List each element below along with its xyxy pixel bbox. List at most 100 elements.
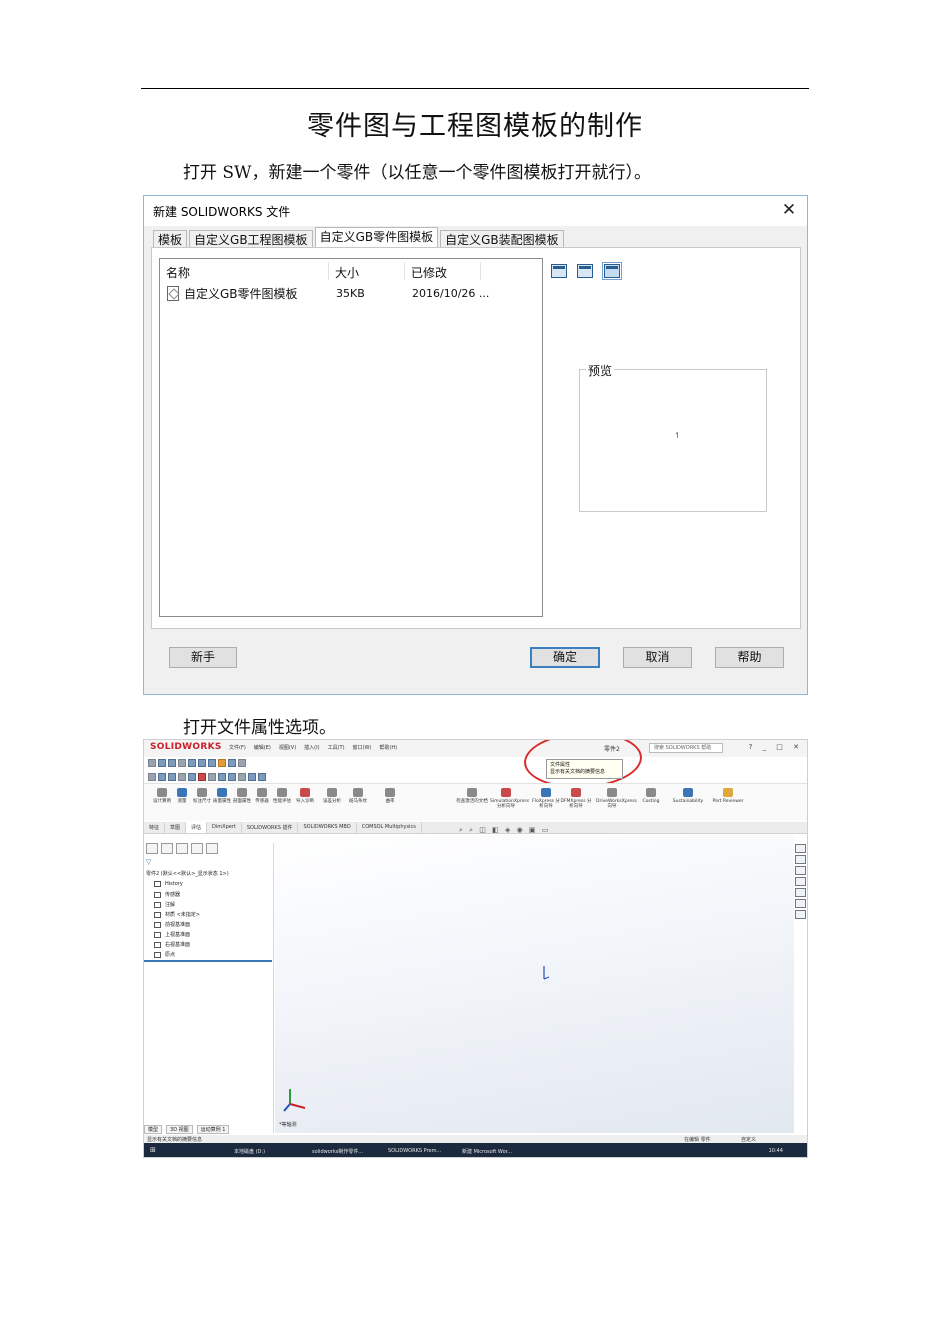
novice-button[interactable]: 新手	[169, 647, 237, 668]
tree-item-history[interactable]: History	[154, 881, 183, 887]
status-units[interactable]: 自定义	[741, 1136, 756, 1143]
list-view-icon[interactable]	[577, 264, 593, 278]
property-manager-icon[interactable]	[161, 843, 173, 854]
sw-tab-evaluate[interactable]: 评估	[186, 822, 208, 833]
sw-search-input[interactable]: 搜索 SOLIDWORKS 帮助	[649, 743, 723, 753]
tree-item-origin[interactable]: 原点	[154, 951, 175, 958]
tab-gb-assembly[interactable]: 自定义GB装配图模板	[440, 230, 564, 248]
construction-geometry-icon[interactable]	[258, 773, 266, 781]
details-view-icon[interactable]	[602, 262, 622, 280]
heads-up-view-toolbar[interactable]: ⌕ ⌕ ◫ ◧ ◈ ◉ ▣ ▭	[459, 826, 550, 835]
close-icon[interactable]: ✕	[777, 198, 801, 222]
ribbon-check-active[interactable]: 检查激活的文档	[456, 788, 488, 804]
rebuild-icon[interactable]	[218, 759, 226, 767]
feature-manager-icon[interactable]	[146, 843, 158, 854]
menu-window[interactable]: 窗口(W)	[353, 744, 372, 751]
column-name[interactable]: 名称	[166, 264, 190, 281]
large-icons-view-icon[interactable]	[551, 264, 567, 278]
windows-start-icon[interactable]: ⊞	[150, 1146, 156, 1154]
column-size[interactable]: 大小	[335, 264, 359, 281]
sw-tab-addins[interactable]: SOLIDWORKS 插件	[242, 822, 299, 833]
ribbon-curvature[interactable]: 曲率	[374, 788, 406, 804]
offset-icon[interactable]	[238, 773, 246, 781]
home-icon[interactable]	[795, 844, 806, 853]
help-button[interactable]: 帮助	[715, 647, 784, 668]
tab-gb-drawing[interactable]: 自定义GB工程图模板	[189, 230, 313, 248]
file-list[interactable]: 名称 大小 已修改 自定义GB零件图模板 35KB 2016/10/26 ...	[159, 258, 543, 617]
taskbar-browser[interactable]: solidworks制作零件...	[312, 1148, 363, 1155]
taskbar-word[interactable]: 新建 Microsoft Wor...	[462, 1148, 512, 1155]
view-palette-icon[interactable]	[795, 888, 806, 897]
curvature-icon	[385, 788, 395, 797]
print-icon[interactable]	[178, 759, 186, 767]
ribbon-costing[interactable]: Costing	[635, 788, 667, 804]
sw-window-buttons[interactable]: ? _ □ ✕	[749, 743, 803, 751]
circle-icon[interactable]	[168, 773, 176, 781]
tree-item-material[interactable]: 材质 <未指定>	[154, 911, 200, 918]
design-library-icon[interactable]	[795, 866, 806, 875]
menu-edit[interactable]: 编辑(E)	[254, 744, 271, 751]
menu-file[interactable]: 文件(F)	[229, 744, 246, 751]
ribbon-driveworksxpress[interactable]: DriveWorksXpress 向导	[596, 788, 637, 809]
sw-tab-sketch[interactable]: 草图	[165, 822, 187, 833]
filter-icon[interactable]: ▽	[146, 858, 151, 866]
appearances-icon[interactable]	[795, 899, 806, 908]
ok-button[interactable]: 确定	[530, 647, 600, 668]
smart-dimension-icon[interactable]	[198, 773, 206, 781]
trim-icon[interactable]	[208, 773, 216, 781]
menu-insert[interactable]: 插入(I)	[304, 744, 319, 751]
ribbon-floxpress[interactable]: FloXpress 分析向导	[530, 788, 562, 809]
display-style-icon[interactable]	[198, 759, 206, 767]
sw-tab-comsol[interactable]: COMSOL Multiphysics	[357, 822, 422, 833]
arc-icon[interactable]	[178, 773, 186, 781]
rectangle-icon[interactable]	[188, 773, 196, 781]
ribbon-zebra[interactable]: 斑马条纹	[342, 788, 374, 804]
section-view-icon[interactable]	[208, 759, 216, 767]
dimxpert-manager-icon[interactable]	[191, 843, 203, 854]
taskbar-solidworks[interactable]: SOLIDWORKS Prem...	[388, 1148, 441, 1154]
ribbon-dfmxpress[interactable]: DFMXpress 分析向导	[560, 788, 592, 809]
line-icon[interactable]	[158, 773, 166, 781]
column-modified[interactable]: 已修改	[411, 264, 447, 281]
display-manager-icon[interactable]	[206, 843, 218, 854]
file-explorer-icon[interactable]	[795, 877, 806, 886]
tree-item-right-plane[interactable]: 右视基准面	[154, 941, 190, 948]
open-icon[interactable]	[158, 759, 166, 767]
custom-properties-icon[interactable]	[795, 910, 806, 919]
hide-show-icon[interactable]	[228, 759, 236, 767]
sw-tab-features[interactable]: 特征	[144, 822, 166, 833]
tree-root-part[interactable]: 零件2 (默认<<默认>_显示状态 1>)	[146, 870, 229, 877]
mirror-icon[interactable]	[218, 773, 226, 781]
cancel-button[interactable]: 取消	[623, 647, 692, 668]
tree-item-front-plane[interactable]: 前视基准面	[154, 921, 190, 928]
pattern-icon[interactable]	[228, 773, 236, 781]
resources-icon[interactable]	[795, 855, 806, 864]
tree-item-sensors[interactable]: 传感器	[154, 891, 180, 898]
menu-help[interactable]: 帮助(H)	[379, 744, 397, 751]
tab-model[interactable]: 模型	[144, 1125, 163, 1134]
graphics-area[interactable]	[275, 835, 794, 1133]
ribbon-simulationxpress[interactable]: SimulationXpress 分析向导	[490, 788, 529, 809]
tree-item-annotations[interactable]: 注解	[154, 901, 175, 908]
new-icon[interactable]	[148, 759, 156, 767]
tab-templates[interactable]: 模板	[153, 230, 188, 248]
edit-appearance-icon[interactable]	[238, 759, 246, 767]
file-size: 35KB	[336, 287, 365, 300]
taskbar-explorer[interactable]: 本地磁盘 (D:)	[234, 1148, 265, 1155]
tab-gb-part[interactable]: 自定义GB零件图模板	[314, 227, 439, 247]
tab-motion-study[interactable]: 运动算例 1	[196, 1125, 230, 1134]
menu-view[interactable]: 视图(V)	[279, 744, 296, 751]
tree-item-top-plane[interactable]: 上视基准面	[154, 931, 190, 938]
relations-icon[interactable]	[248, 773, 256, 781]
ribbon-part-reviewer[interactable]: Part Reviewer	[712, 788, 744, 804]
menu-tools[interactable]: 工具(T)	[328, 744, 345, 751]
sw-tab-dimxpert[interactable]: DimXpert	[207, 822, 242, 833]
tab-3d-views[interactable]: 3D 视图	[166, 1125, 193, 1134]
configuration-manager-icon[interactable]	[176, 843, 188, 854]
sw-tab-mbd[interactable]: SOLIDWORKS MBD	[298, 822, 357, 833]
save-icon[interactable]	[168, 759, 176, 767]
file-name[interactable]: 自定义GB零件图模板	[184, 285, 298, 302]
ribbon-sustainability[interactable]: Sustainability	[672, 788, 704, 804]
select-icon[interactable]	[148, 773, 156, 781]
view-orientation-icon[interactable]	[188, 759, 196, 767]
